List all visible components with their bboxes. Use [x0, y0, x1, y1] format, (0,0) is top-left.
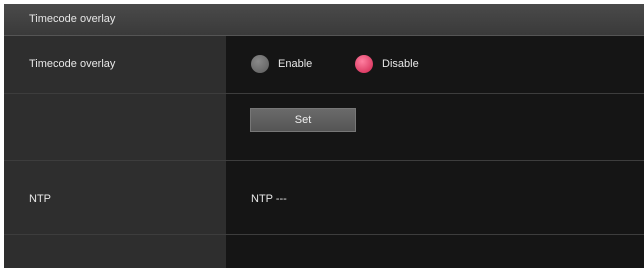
disable-radio[interactable]: [355, 55, 373, 73]
ntp-label: NTP: [29, 193, 51, 205]
ntp-status: NTP ---: [251, 193, 287, 205]
row-divider: [4, 160, 644, 161]
disable-radio-label[interactable]: Disable: [382, 58, 419, 70]
enable-radio[interactable]: [251, 55, 269, 73]
enable-radio-label[interactable]: Enable: [278, 58, 312, 70]
set-button[interactable]: Set: [250, 108, 356, 132]
row-divider: [4, 93, 644, 94]
section-title: Timecode overlay: [29, 13, 116, 25]
row-divider: [4, 234, 644, 235]
section-header: Timecode overlay: [4, 4, 644, 36]
timecode-overlay-label: Timecode overlay: [29, 58, 116, 70]
settings-panel: Timecode overlay Timecode overlay Enable…: [4, 4, 644, 268]
